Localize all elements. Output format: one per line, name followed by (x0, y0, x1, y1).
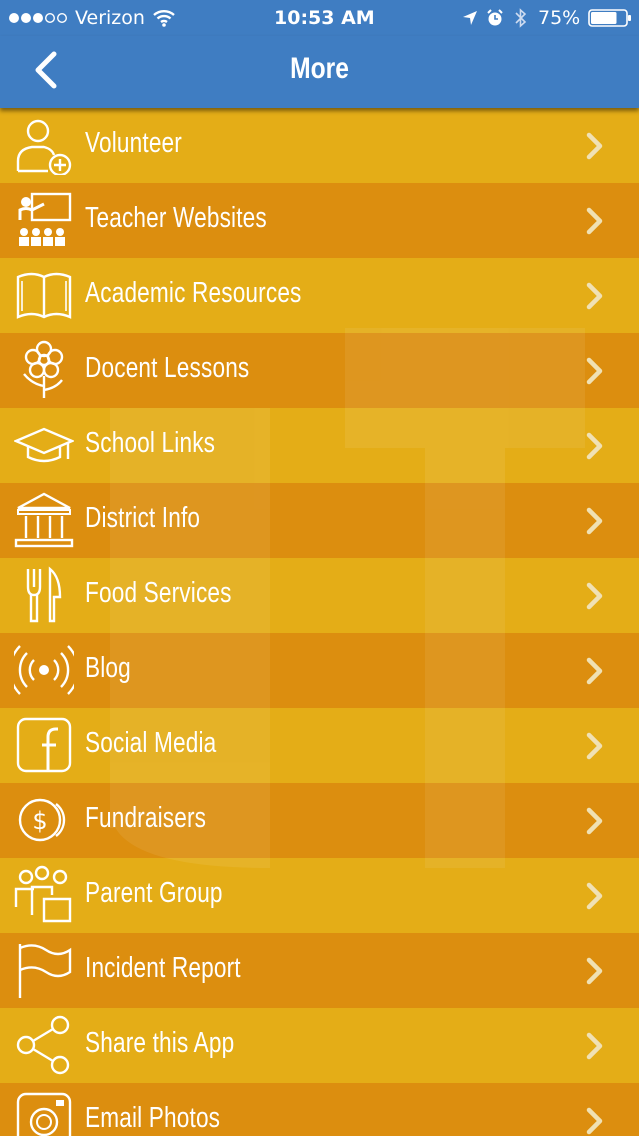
camera-icon (16, 1092, 72, 1136)
chevron-right-icon (586, 357, 603, 385)
menu-item-label: Parent Group (85, 877, 223, 909)
bluetooth-icon (515, 8, 527, 28)
carrier-name: Verizon (75, 7, 145, 29)
menu-item-label: Share this App (85, 1027, 235, 1059)
navigation-bar: More (0, 36, 639, 108)
svg-text:$: $ (32, 807, 47, 835)
menu-item-label: Food Services (85, 577, 232, 609)
menu-item-district-info[interactable]: District Info (0, 483, 639, 558)
menu-item-share-this-app[interactable]: Share this App (0, 1008, 639, 1083)
menu-item-label: District Info (85, 502, 201, 534)
dollar-coin-icon: $ (18, 798, 66, 842)
menu-item-email-photos[interactable]: Email Photos (0, 1083, 639, 1136)
menu-item-food-services[interactable]: Food Services (0, 558, 639, 633)
chevron-right-icon (586, 507, 603, 535)
wifi-icon (153, 10, 175, 27)
chevron-right-icon (586, 657, 603, 685)
menu-item-teacher-websites[interactable]: Teacher Websites (0, 183, 639, 258)
menu-item-label: Volunteer (85, 127, 182, 159)
menu-item-academic-resources[interactable]: Academic Resources (0, 258, 639, 333)
people-group-icon (14, 865, 72, 923)
menu-item-parent-group[interactable]: Parent Group (0, 858, 639, 933)
flower-icon (23, 340, 64, 398)
alarm-icon (487, 9, 503, 26)
menu-item-label: School Links (85, 427, 216, 459)
facebook-icon (16, 717, 72, 773)
menu-item-incident-report[interactable]: Incident Report (0, 933, 639, 1008)
chevron-right-icon (586, 1032, 603, 1060)
volunteer-icon (16, 119, 72, 175)
chevron-right-icon (586, 582, 603, 610)
chevron-right-icon (586, 732, 603, 760)
menu-item-social-media[interactable]: Social Media (0, 708, 639, 783)
menu-item-fundraisers[interactable]: $ Fundraisers (0, 783, 639, 858)
menu-item-label: Email Photos (85, 1102, 221, 1134)
menu-item-volunteer[interactable]: Volunteer (0, 108, 639, 183)
broadcast-icon (14, 645, 74, 695)
menu-item-docent-lessons[interactable]: Docent Lessons (0, 333, 639, 408)
fork-knife-icon (26, 566, 62, 623)
location-arrow-icon (463, 11, 477, 25)
status-bar: Verizon 10:53 AM 75% (0, 0, 639, 36)
chevron-right-icon (586, 432, 603, 460)
building-icon (14, 492, 74, 548)
teacher-icon (18, 192, 72, 246)
chevron-right-icon (586, 807, 603, 835)
menu-item-label: Social Media (85, 727, 217, 759)
flag-icon (18, 944, 72, 998)
menu-item-label: Fundraisers (85, 802, 207, 834)
menu-list: Volunteer Teacher Websites Academic Resour… (0, 108, 639, 1136)
menu-item-label: Teacher Websites (85, 202, 267, 234)
chevron-right-icon (586, 282, 603, 310)
chevron-right-icon (586, 1107, 603, 1135)
page-title: More (290, 52, 349, 85)
menu-item-label: Docent Lessons (85, 352, 250, 384)
signal-dots-icon (9, 12, 68, 24)
chevron-right-icon (586, 882, 603, 910)
battery-icon (588, 9, 631, 27)
menu-item-label: Blog (85, 652, 131, 684)
menu-item-school-links[interactable]: School Links (0, 408, 639, 483)
share-icon (16, 1015, 70, 1075)
clock: 10:53 AM (274, 7, 375, 29)
chevron-right-icon (586, 207, 603, 235)
graduation-cap-icon (14, 427, 74, 463)
battery-percent: 75% (538, 7, 581, 29)
menu-item-blog[interactable]: Blog (0, 633, 639, 708)
chevron-right-icon (586, 132, 603, 160)
chevron-right-icon (586, 957, 603, 985)
book-icon (16, 272, 72, 319)
menu-item-label: Academic Resources (85, 277, 302, 309)
menu-item-label: Incident Report (85, 952, 241, 984)
